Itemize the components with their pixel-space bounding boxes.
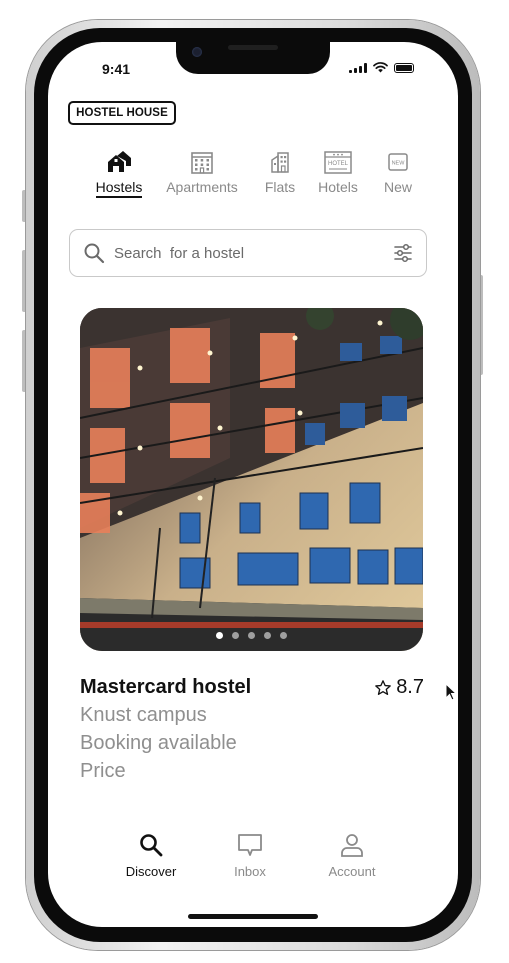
app-screenshot: 9:41 HOSTEL HOUSE Hostels Apartments Fla… xyxy=(0,0,509,963)
hotel-sign-text: HOTEL xyxy=(328,161,349,167)
listing-availability: Booking available xyxy=(80,732,237,754)
nav-inbox[interactable]: Inbox xyxy=(205,832,295,879)
nav-label: Discover xyxy=(125,864,177,879)
hotel-icon: HOTEL xyxy=(324,151,352,174)
tab-label: Hostels xyxy=(95,179,143,198)
filter-icon[interactable] xyxy=(393,243,413,263)
listing-location: Knust campus xyxy=(80,704,207,726)
search-input[interactable] xyxy=(114,241,384,265)
app-logo[interactable]: HOSTEL HOUSE xyxy=(68,101,176,125)
nav-discover[interactable]: Discover xyxy=(106,832,196,879)
rating-value: 8.7 xyxy=(396,676,424,698)
phone-screen: 9:41 HOSTEL HOUSE Hostels Apartments Fla… xyxy=(48,42,458,927)
tab-label: New xyxy=(383,179,412,195)
hostel-photo[interactable] xyxy=(80,308,423,651)
message-icon xyxy=(238,834,262,856)
category-tabs: Hostels Apartments Flats HOTEL Hotels NE… xyxy=(48,150,458,210)
tab-label: Apartments xyxy=(166,179,238,195)
new-badge-text: NEW xyxy=(392,161,406,167)
listing-title[interactable]: Mastercard hostel xyxy=(80,676,251,699)
carousel-dot[interactable] xyxy=(232,632,239,639)
hostel-icon xyxy=(108,151,131,172)
camera xyxy=(192,47,202,57)
listing-price: Price xyxy=(80,760,126,782)
tab-hotels[interactable]: HOTEL Hotels xyxy=(314,150,362,195)
apartment-icon xyxy=(191,152,213,174)
carousel-dot[interactable] xyxy=(280,632,287,639)
notch xyxy=(176,42,330,74)
mouse-cursor-icon xyxy=(445,683,457,701)
tab-hostels[interactable]: Hostels xyxy=(94,150,144,198)
carousel-dot[interactable] xyxy=(264,632,271,639)
home-indicator[interactable] xyxy=(188,914,318,919)
tab-new[interactable]: NEW New xyxy=(378,150,418,195)
star-icon xyxy=(375,679,391,695)
tab-label: Hotels xyxy=(318,179,358,195)
search-icon xyxy=(84,243,105,264)
status-time: 9:41 xyxy=(102,61,131,77)
status-icons xyxy=(349,62,414,73)
nav-label: Inbox xyxy=(234,864,266,879)
bottom-navigation: Discover Inbox Account xyxy=(48,832,458,892)
wifi-icon xyxy=(373,62,388,73)
carousel-dot[interactable] xyxy=(248,632,255,639)
battery-icon xyxy=(394,62,414,73)
user-icon xyxy=(341,834,363,857)
search-bar[interactable] xyxy=(69,229,427,277)
nav-account[interactable]: Account xyxy=(307,832,397,879)
flat-icon xyxy=(271,152,289,173)
new-icon: NEW xyxy=(388,153,408,171)
carousel-dot[interactable] xyxy=(216,632,223,639)
search-icon xyxy=(140,834,163,857)
hostel-building-image xyxy=(80,308,423,651)
listing-rating: 8.7 xyxy=(374,676,424,699)
tab-apartments[interactable]: Apartments xyxy=(163,150,241,195)
speaker xyxy=(228,45,278,50)
nav-label: Account xyxy=(328,864,376,879)
tab-flats[interactable]: Flats xyxy=(258,150,302,195)
signal-icon xyxy=(349,62,367,73)
photo-carousel-dots xyxy=(80,632,423,639)
tab-label: Flats xyxy=(264,179,296,195)
